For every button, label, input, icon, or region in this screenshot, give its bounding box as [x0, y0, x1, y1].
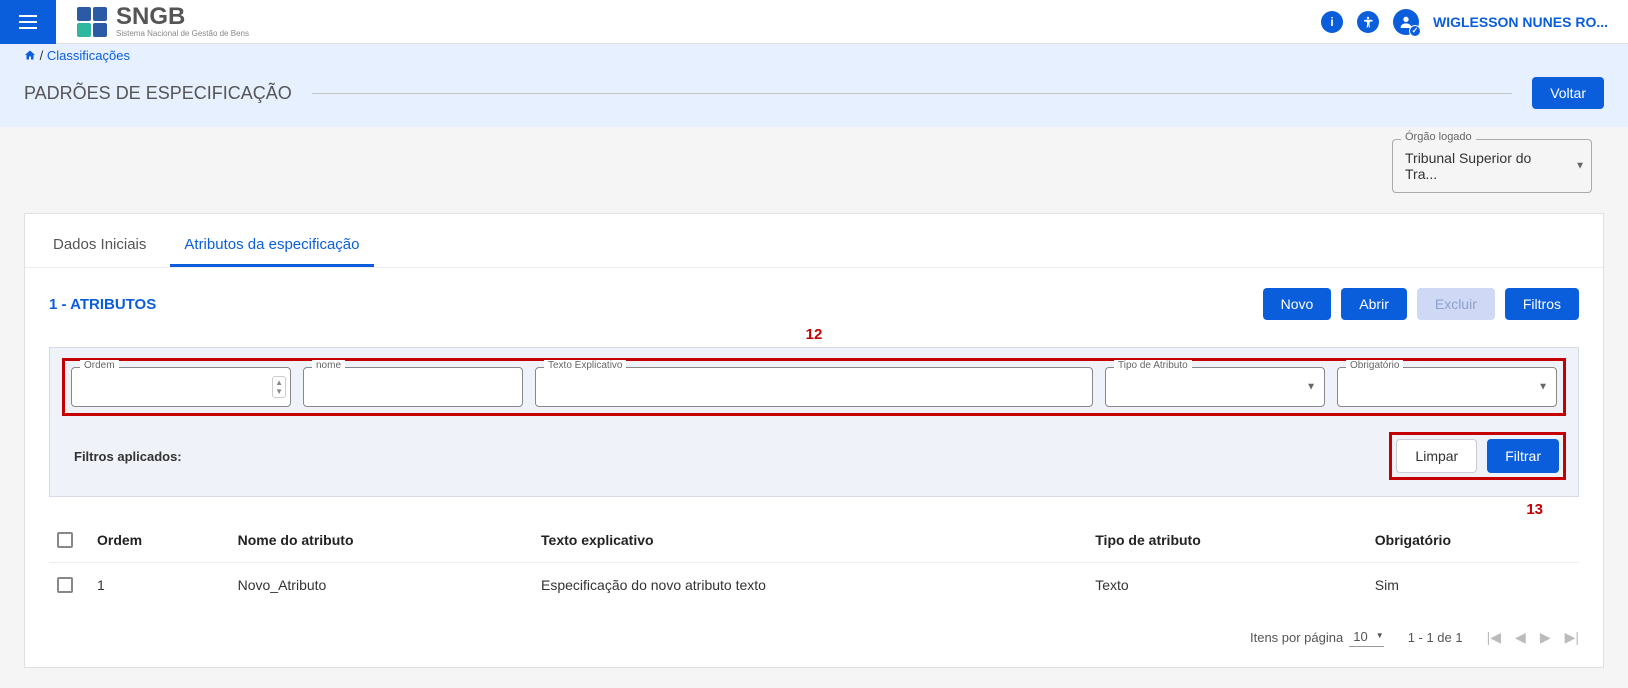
breadcrumb-sep: /: [40, 48, 47, 63]
user-avatar-icon[interactable]: ✓: [1393, 9, 1419, 35]
page-size: Itens por página 10: [1250, 627, 1384, 647]
col-texto: Texto explicativo: [533, 518, 1087, 563]
texto-label: Texto Explicativo: [544, 360, 626, 371]
tipo-label: Tipo de Atributo: [1114, 360, 1192, 371]
spinner-icon[interactable]: ▲▼: [272, 376, 286, 398]
check-badge-icon: ✓: [1409, 25, 1421, 37]
topbar: SNGB Sistema Nacional de Gestão de Bens …: [0, 0, 1628, 44]
row-checkbox[interactable]: [57, 577, 73, 593]
col-tipo: Tipo de atributo: [1087, 518, 1367, 563]
breadcrumb: / Classificações: [0, 44, 1628, 67]
orgao-label: Órgão logado: [1401, 131, 1476, 143]
filters-applied-label: Filtros aplicados:: [74, 449, 182, 464]
last-page-icon[interactable]: ▶|: [1565, 629, 1579, 646]
page-header: PADRÕES DE ESPECIFICAÇÃO Voltar: [0, 67, 1628, 127]
section-actions: Novo Abrir Excluir Filtros: [1263, 288, 1579, 320]
attributes-table: Ordem Nome do atributo Texto explicativo…: [49, 518, 1579, 607]
col-obr: Obrigatório: [1367, 518, 1579, 563]
cell-tipo: Texto: [1087, 563, 1367, 608]
tab-atributos[interactable]: Atributos da especificação: [180, 226, 363, 267]
table-wrap: Ordem Nome do atributo Texto explicativo…: [25, 518, 1603, 607]
first-page-icon[interactable]: |◀: [1487, 629, 1501, 646]
main-card: Dados Iniciais Atributos da especificaçã…: [24, 213, 1604, 668]
limpar-button[interactable]: Limpar: [1396, 439, 1477, 473]
page-range: 1 - 1 de 1: [1408, 630, 1463, 645]
page-size-select[interactable]: 10: [1349, 627, 1383, 647]
obrigatorio-label: Obrigatório: [1346, 360, 1403, 371]
logo-text: SNGB: [116, 5, 249, 29]
annotation-12: 12: [25, 326, 1603, 343]
nome-label: nome: [312, 360, 345, 371]
tipo-field[interactable]: Tipo de Atributo ▼: [1105, 367, 1325, 407]
col-nome: Nome do atributo: [230, 518, 533, 563]
col-ordem: Ordem: [89, 518, 230, 563]
accessibility-icon[interactable]: [1357, 11, 1379, 33]
title-divider: [312, 93, 1512, 94]
nome-field[interactable]: nome: [303, 367, 523, 407]
next-page-icon[interactable]: ▶: [1540, 629, 1551, 646]
logo-mark-icon: [76, 6, 108, 38]
back-button[interactable]: Voltar: [1532, 77, 1604, 109]
topbar-right: i ✓ WIGLESSON NUNES RO...: [1321, 9, 1628, 35]
section-title: 1 - ATRIBUTOS: [49, 296, 156, 313]
abrir-button[interactable]: Abrir: [1341, 288, 1407, 320]
ordem-field[interactable]: Ordem ▲▼: [71, 367, 291, 407]
filters-bottom: Filtros aplicados: Limpar Filtrar: [62, 416, 1566, 484]
orgao-select[interactable]: Órgão logado Tribunal Superior do Tra...…: [1392, 139, 1592, 193]
orgao-value: Tribunal Superior do Tra...: [1405, 150, 1531, 182]
filters-actions: Limpar Filtrar: [1389, 432, 1566, 480]
tipo-select[interactable]: [1106, 368, 1324, 390]
page-size-label: Itens por página: [1250, 630, 1343, 645]
ordem-label: Ordem: [80, 360, 119, 371]
filters-panel: Ordem ▲▼ nome Texto Explicativo Tipo de …: [49, 347, 1579, 497]
info-icon[interactable]: i: [1321, 11, 1343, 33]
filtros-button[interactable]: Filtros: [1505, 288, 1579, 320]
page-title: PADRÕES DE ESPECIFICAÇÃO: [24, 83, 292, 104]
annotation-13: 13: [25, 501, 1603, 518]
breadcrumb-page[interactable]: Classificações: [47, 48, 130, 63]
texto-field[interactable]: Texto Explicativo: [535, 367, 1093, 407]
select-all-checkbox[interactable]: [57, 532, 73, 548]
tab-dados-iniciais[interactable]: Dados Iniciais: [49, 226, 150, 267]
user-name[interactable]: WIGLESSON NUNES RO...: [1433, 14, 1608, 30]
hamburger-icon: [16, 10, 40, 34]
filters-row: Ordem ▲▼ nome Texto Explicativo Tipo de …: [62, 358, 1566, 416]
table-row[interactable]: 1 Novo_Atributo Especificação do novo at…: [49, 563, 1579, 608]
home-icon: [24, 49, 36, 61]
cell-nome: Novo_Atributo: [230, 563, 533, 608]
breadcrumb-home[interactable]: [24, 48, 40, 63]
tabs: Dados Iniciais Atributos da especificaçã…: [25, 214, 1603, 268]
nome-input[interactable]: [304, 368, 522, 406]
page-nav: |◀ ◀ ▶ ▶|: [1487, 629, 1579, 646]
chevron-down-icon: ▼: [1306, 382, 1316, 393]
cell-obr: Sim: [1367, 563, 1579, 608]
logo-subtitle: Sistema Nacional de Gestão de Bens: [116, 29, 249, 38]
ordem-input[interactable]: [72, 368, 290, 406]
cell-texto: Especificação do novo atributo texto: [533, 563, 1087, 608]
filtrar-button[interactable]: Filtrar: [1487, 439, 1559, 473]
pagination: Itens por página 10 1 - 1 de 1 |◀ ◀ ▶ ▶|: [25, 607, 1603, 667]
chevron-down-icon: ▼: [1575, 161, 1585, 172]
cell-ordem: 1: [89, 563, 230, 608]
menu-button[interactable]: [0, 0, 56, 44]
chevron-down-icon: ▼: [1538, 382, 1548, 393]
prev-page-icon[interactable]: ◀: [1515, 629, 1526, 646]
excluir-button: Excluir: [1417, 288, 1495, 320]
novo-button[interactable]: Novo: [1263, 288, 1332, 320]
orgao-container: Órgão logado Tribunal Superior do Tra...…: [0, 127, 1628, 193]
obrigatorio-select[interactable]: [1338, 368, 1556, 390]
section-header: 1 - ATRIBUTOS Novo Abrir Excluir Filtros: [25, 268, 1603, 330]
obrigatorio-field[interactable]: Obrigatório ▼: [1337, 367, 1557, 407]
texto-input[interactable]: [536, 368, 1092, 406]
logo[interactable]: SNGB Sistema Nacional de Gestão de Bens: [76, 5, 249, 38]
